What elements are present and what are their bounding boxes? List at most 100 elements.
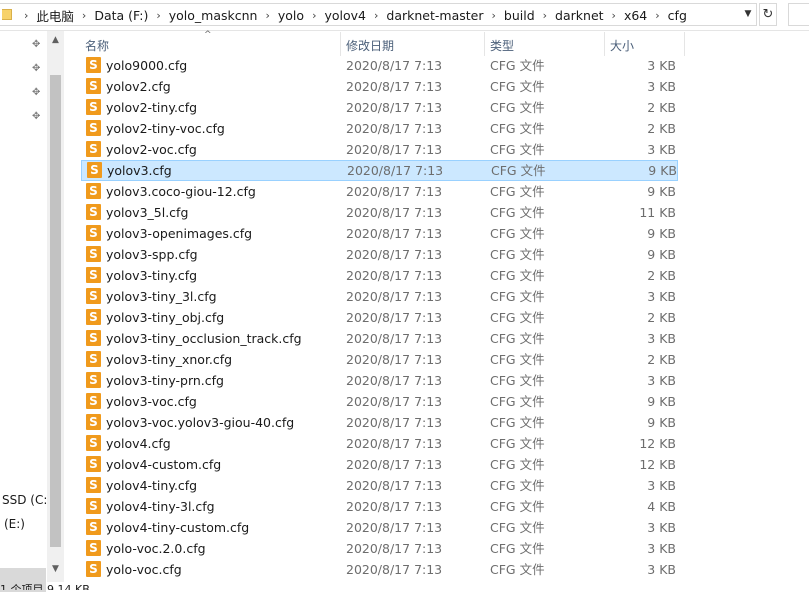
file-row[interactable]: Syolov3-tiny_xnor.cfg 2020/8/17 7:13 CFG 文… bbox=[80, 349, 679, 370]
breadcrumb-segment[interactable]: yolo bbox=[272, 8, 310, 23]
file-row[interactable]: Syolov3-tiny.cfg 2020/8/17 7:13 CFG 文件 2 KB bbox=[80, 265, 679, 286]
file-row[interactable]: Syolov2-tiny.cfg 2020/8/17 7:13 CFG 文件 2 KB bbox=[80, 97, 679, 118]
column-size[interactable]: 大小 bbox=[605, 32, 685, 56]
file-icon-glyph: S bbox=[89, 352, 98, 366]
pin-icon[interactable]: ✥ bbox=[32, 88, 42, 98]
breadcrumb-segment[interactable]: yolov4 bbox=[318, 8, 372, 23]
file-name: yolov3-spp.cfg bbox=[106, 247, 198, 262]
file-size: 12 KB bbox=[639, 436, 676, 451]
folder-icon bbox=[2, 9, 12, 20]
file-name: yolov2-tiny-voc.cfg bbox=[106, 121, 225, 136]
file-row[interactable]: Syolo-voc.cfg 2020/8/17 7:13 CFG 文件 3 KB bbox=[80, 559, 679, 580]
breadcrumb-separator-icon[interactable]: › bbox=[154, 9, 162, 22]
breadcrumb-segment[interactable]: yolo_maskcnn bbox=[163, 8, 264, 23]
file-row[interactable]: Syolo-voc.2.0.cfg 2020/8/17 7:13 CFG 文件 3 K… bbox=[80, 538, 679, 559]
file-row[interactable]: Syolov3-tiny_obj.cfg 2020/8/17 7:13 CFG 文件… bbox=[80, 307, 679, 328]
scrollbar-thumb[interactable] bbox=[50, 75, 61, 547]
file-type: CFG 文件 bbox=[490, 268, 545, 283]
file-type: CFG 文件 bbox=[490, 352, 545, 367]
breadcrumb[interactable]: › 此电脑 › Data (F:) › yolo_maskcnn › yolo › yolov4 ›… bbox=[0, 3, 757, 26]
file-date-modified: 2020/8/17 7:13 bbox=[346, 310, 443, 325]
breadcrumb-segment[interactable]: darknet-master bbox=[380, 8, 489, 23]
file-name: yolov3.coco-giou-12.cfg bbox=[106, 184, 256, 199]
file-row[interactable]: Syolov3-tiny_3l.cfg 2020/8/17 7:13 CFG 文件 3… bbox=[80, 286, 679, 307]
pin-icon[interactable]: ✥ bbox=[32, 64, 42, 74]
breadcrumb-segment[interactable]: Data (F:) bbox=[88, 8, 154, 23]
file-row[interactable]: Syolov4-tiny-custom.cfg 2020/8/17 7:13 CFG… bbox=[80, 517, 679, 538]
file-row[interactable]: Syolov4-tiny.cfg 2020/8/17 7:13 CFG 文件 3 KB bbox=[80, 475, 679, 496]
column-date-modified[interactable]: 修改日期 bbox=[341, 32, 485, 56]
sublime-text-file-icon: S bbox=[86, 288, 101, 304]
file-row[interactable]: Syolov3-tiny_occlusion_track.cfg 2020/8/1… bbox=[80, 328, 679, 349]
file-type: CFG 文件 bbox=[490, 121, 545, 136]
file-row[interactable]: Syolov3-voc.yolov3-giou-40.cfg 2020/8/17 … bbox=[80, 412, 679, 433]
file-row[interactable]: Syolov2-voc.cfg 2020/8/17 7:13 CFG 文件 3 KB bbox=[80, 139, 679, 160]
file-icon-glyph: S bbox=[89, 289, 98, 303]
file-size: 2 KB bbox=[647, 100, 676, 115]
file-row[interactable]: Syolov3.coco-giou-12.cfg 2020/8/17 7:13 CF… bbox=[80, 181, 679, 202]
sublime-text-file-icon: S bbox=[86, 540, 101, 556]
file-row[interactable]: Syolov3-spp.cfg 2020/8/17 7:13 CFG 文件 9 KB bbox=[80, 244, 679, 265]
file-row-selected[interactable]: Syolov3.cfg 2020/8/17 7:13 CFG 文件 9 KB bbox=[81, 160, 678, 181]
column-type[interactable]: 类型 bbox=[485, 32, 605, 56]
file-name: yolov4-custom.cfg bbox=[106, 457, 222, 472]
file-row[interactable]: Syolov3_5l.cfg 2020/8/17 7:13 CFG 文件 11 KB bbox=[80, 202, 679, 223]
scroll-down-icon[interactable]: ▼ bbox=[47, 564, 64, 574]
file-type: CFG 文件 bbox=[491, 163, 546, 178]
breadcrumb-separator-icon[interactable]: › bbox=[22, 9, 30, 22]
breadcrumb-separator-icon[interactable]: › bbox=[263, 9, 271, 22]
breadcrumb-separator-icon[interactable]: › bbox=[310, 9, 318, 22]
sublime-text-file-icon: S bbox=[86, 204, 101, 220]
breadcrumb-segment[interactable]: x64 bbox=[618, 8, 653, 23]
sublime-text-file-icon: S bbox=[86, 246, 101, 262]
file-row[interactable]: Syolov2.cfg 2020/8/17 7:13 CFG 文件 3 KB bbox=[80, 76, 679, 97]
sublime-text-file-icon: S bbox=[86, 435, 101, 451]
breadcrumb-separator-icon[interactable]: › bbox=[80, 9, 88, 22]
file-date-modified: 2020/8/17 7:13 bbox=[346, 268, 443, 283]
search-input[interactable] bbox=[788, 3, 809, 26]
sublime-text-file-icon: S bbox=[86, 330, 101, 346]
file-size: 2 KB bbox=[647, 310, 676, 325]
file-size: 3 KB bbox=[647, 520, 676, 535]
breadcrumb-separator-icon[interactable]: › bbox=[541, 9, 549, 22]
nav-item-ssd-c[interactable]: SSD (C:) bbox=[2, 493, 52, 507]
breadcrumb-segment[interactable]: build bbox=[498, 8, 541, 23]
sublime-text-file-icon: S bbox=[86, 498, 101, 514]
file-name: yolov4-tiny-custom.cfg bbox=[106, 520, 250, 535]
chevron-down-icon[interactable]: ▼ bbox=[740, 3, 756, 26]
file-date-modified: 2020/8/17 7:13 bbox=[346, 100, 443, 115]
file-date-modified: 2020/8/17 7:13 bbox=[346, 205, 443, 220]
file-name: yolov3-tiny-prn.cfg bbox=[106, 373, 224, 388]
breadcrumb-segment[interactable]: darknet bbox=[549, 8, 610, 23]
file-row[interactable]: Syolov3-voc.cfg 2020/8/17 7:13 CFG 文件 9 KB bbox=[80, 391, 679, 412]
sublime-text-file-icon: S bbox=[86, 477, 101, 493]
breadcrumb-separator-icon[interactable]: › bbox=[489, 9, 497, 22]
file-size: 2 KB bbox=[647, 268, 676, 283]
file-name: yolov2-tiny.cfg bbox=[106, 100, 198, 115]
file-icon-glyph: S bbox=[89, 142, 98, 156]
pin-icon[interactable]: ✥ bbox=[32, 112, 42, 122]
file-row[interactable]: Syolov3-openimages.cfg 2020/8/17 7:13 CFG … bbox=[80, 223, 679, 244]
file-row[interactable]: Syolov2-tiny-voc.cfg 2020/8/17 7:13 CFG 文件… bbox=[80, 118, 679, 139]
file-icon-glyph: S bbox=[89, 499, 98, 513]
file-row[interactable]: Syolov4.cfg 2020/8/17 7:13 CFG 文件 12 KB bbox=[80, 433, 679, 454]
file-date-modified: 2020/8/17 7:13 bbox=[346, 436, 443, 451]
nav-scrollbar[interactable]: ▲ ▼ bbox=[47, 31, 64, 582]
breadcrumb-separator-icon[interactable]: › bbox=[372, 9, 380, 22]
breadcrumb-separator-icon[interactable]: › bbox=[653, 9, 661, 22]
breadcrumb-separator-icon[interactable]: › bbox=[610, 9, 618, 22]
file-name: yolov3_5l.cfg bbox=[106, 205, 189, 220]
file-row[interactable]: Syolov4-custom.cfg 2020/8/17 7:13 CFG 文件 12… bbox=[80, 454, 679, 475]
file-row[interactable]: Syolov4-tiny-3l.cfg 2020/8/17 7:13 CFG 文件 4… bbox=[80, 496, 679, 517]
scroll-up-icon[interactable]: ▲ bbox=[47, 35, 64, 45]
sort-ascending-icon: ^ bbox=[204, 30, 212, 40]
nav-item-e-drive[interactable]: (E:) bbox=[4, 517, 25, 531]
refresh-button[interactable]: ↻ bbox=[759, 3, 777, 26]
breadcrumb-segment[interactable]: 此电脑 bbox=[30, 6, 80, 25]
file-row[interactable]: Syolo9000.cfg 2020/8/17 7:13 CFG 文件 3 KB bbox=[80, 55, 679, 76]
breadcrumb-segment[interactable]: cfg bbox=[662, 8, 693, 23]
file-type: CFG 文件 bbox=[490, 310, 545, 325]
pin-icon[interactable]: ✥ bbox=[32, 40, 42, 50]
file-row[interactable]: Syolov3-tiny-prn.cfg 2020/8/17 7:13 CFG 文件… bbox=[80, 370, 679, 391]
file-date-modified: 2020/8/17 7:13 bbox=[347, 163, 444, 178]
